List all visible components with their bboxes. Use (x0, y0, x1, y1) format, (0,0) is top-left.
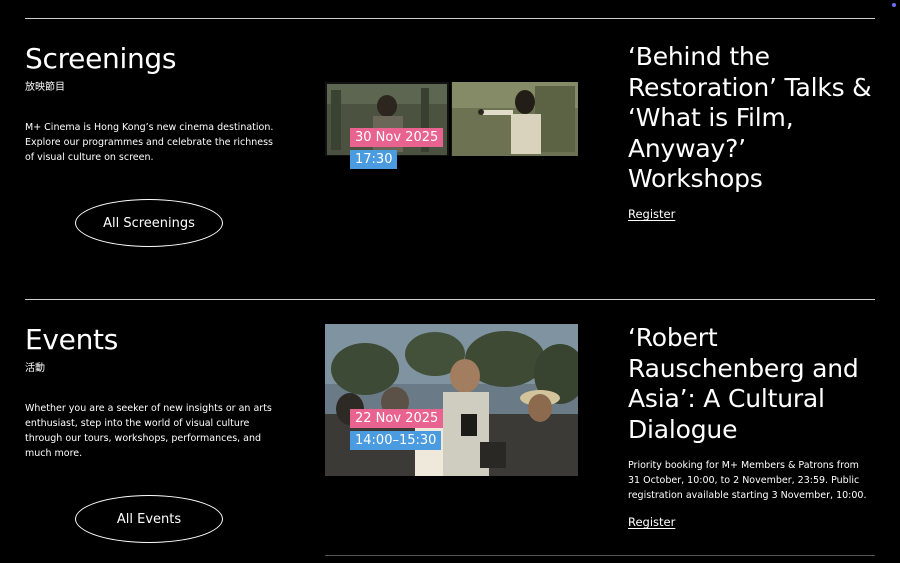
all-events-button[interactable]: All Events (75, 495, 223, 543)
screening-event-title[interactable]: ‘Behind the Restoration’ Talks & ‘What i… (628, 42, 878, 195)
event-priority-note: Priority booking for M+ Members & Patron… (628, 460, 867, 501)
all-screenings-button[interactable]: All Screenings (75, 199, 223, 247)
screening-time-badge: 17:30 (350, 150, 398, 169)
divider-bottom (325, 555, 875, 556)
event-date-badge: 22 Nov 2025 (350, 409, 444, 428)
event-photo-graphic (325, 324, 578, 476)
events-description: Whether you are a seeker of new insights… (25, 403, 272, 459)
screenings-description: M+ Cinema is Hong Kong’s new cinema dest… (25, 122, 274, 163)
screening-date-badge: 30 Nov 2025 (350, 128, 444, 147)
divider-middle (25, 299, 875, 300)
event-register-link[interactable]: Register (628, 515, 675, 529)
event-time-badge: 14:00–15:30 (350, 431, 442, 450)
status-dot (892, 3, 896, 7)
events-title: Events (25, 323, 119, 356)
screenings-subtitle: 放映節目 (25, 82, 65, 93)
event-title[interactable]: ‘Robert Rauschenberg and Asia’: A Cultur… (628, 323, 883, 445)
divider-top (25, 18, 875, 19)
event-image[interactable] (325, 324, 578, 476)
events-subtitle: 活動 (25, 363, 45, 374)
screening-register-link[interactable]: Register (628, 207, 675, 221)
screenings-title: Screenings (25, 42, 177, 75)
